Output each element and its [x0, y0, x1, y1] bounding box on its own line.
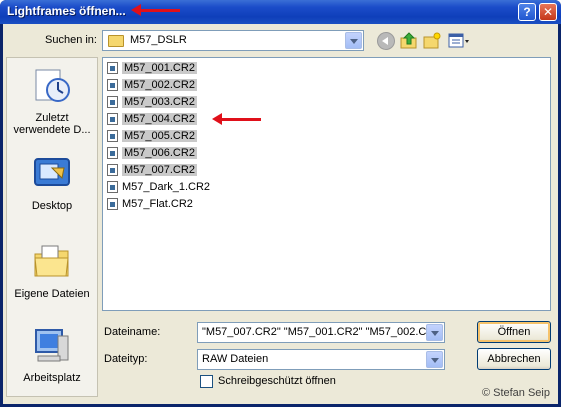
back-icon[interactable]	[377, 32, 395, 50]
file-name: M57_003.CR2	[122, 96, 197, 108]
desktop-icon	[32, 154, 72, 194]
close-button[interactable]: ✕	[539, 3, 557, 21]
list-item[interactable]: M57_003.CR2	[106, 94, 197, 110]
recent-documents-icon	[32, 66, 72, 106]
file-icon	[107, 62, 118, 74]
file-name: M57_Flat.CR2	[122, 198, 193, 210]
file-name: M57_006.CR2	[122, 147, 197, 159]
open-button[interactable]: Öffnen	[477, 321, 551, 343]
filename-label: Dateiname:	[104, 326, 161, 338]
file-icon	[107, 147, 118, 159]
list-item[interactable]: M57_001.CR2	[106, 60, 197, 76]
place-computer-label: Arbeitsplatz	[23, 372, 81, 384]
list-item[interactable]: M57_Dark_1.CR2	[106, 179, 210, 195]
annotation-arrow-title	[131, 4, 180, 16]
list-item[interactable]: M57_006.CR2	[106, 145, 197, 161]
chevron-down-icon[interactable]	[426, 351, 443, 368]
copyright-text: © Stefan Seip	[481, 387, 550, 399]
file-name: M57_005.CR2	[122, 130, 197, 142]
list-item[interactable]: M57_002.CR2	[106, 77, 197, 93]
place-documents-label: Eigene Dateien	[14, 288, 90, 300]
lookin-combo[interactable]: M57_DSLR	[102, 30, 364, 51]
readonly-label: Schreibgeschützt öffnen	[218, 375, 336, 387]
cancel-button[interactable]: Abbrechen	[477, 348, 551, 370]
window-title: Lightframes öffnen...	[7, 4, 126, 18]
list-item[interactable]: M57_007.CR2	[106, 162, 197, 178]
file-icon	[107, 130, 118, 142]
places-bar: Zuletzt verwendete D... Desktop Eigene D…	[6, 57, 98, 397]
file-icon	[107, 79, 118, 91]
my-documents-icon	[32, 242, 72, 282]
file-name: M57_001.CR2	[122, 62, 197, 74]
dialog-window: Lightframes öffnen... ? ✕ Suchen in: M57…	[0, 0, 561, 407]
filetype-label: Dateityp:	[104, 353, 148, 365]
lookin-label: Suchen in:	[45, 34, 97, 46]
file-icon	[107, 198, 118, 210]
help-button[interactable]: ?	[518, 3, 536, 21]
filetype-value: RAW Dateien	[202, 353, 269, 365]
place-recent[interactable]: Zuletzt verwendete D...	[7, 66, 97, 136]
file-name: M57_004.CR2	[122, 113, 197, 125]
place-desktop[interactable]: Desktop	[7, 154, 97, 212]
place-recent-label-2: verwendete D...	[13, 124, 91, 136]
view-menu-icon[interactable]	[448, 32, 470, 50]
list-item[interactable]: M57_004.CR2	[106, 111, 197, 127]
filename-value: "M57_007.CR2" "M57_001.CR2" "M57_002.CR2…	[202, 326, 427, 338]
chevron-down-icon[interactable]	[345, 32, 362, 49]
readonly-checkbox[interactable]	[200, 375, 213, 388]
file-icon	[107, 96, 118, 108]
file-icon	[107, 181, 118, 193]
title-bar[interactable]: Lightframes öffnen... ? ✕	[0, 0, 561, 24]
file-name: M57_Dark_1.CR2	[122, 181, 211, 193]
file-icon	[107, 113, 118, 125]
place-desktop-label: Desktop	[31, 200, 73, 212]
place-recent-label-1: Zuletzt	[35, 112, 69, 124]
file-list[interactable]: M57_001.CR2 M57_002.CR2 M57_003.CR2 M57_…	[102, 57, 551, 311]
folder-icon	[108, 35, 124, 47]
filetype-select[interactable]: RAW Dateien	[197, 349, 445, 370]
dialog-body: Suchen in: M57_DSLR Zuletzt verwendete D…	[3, 24, 558, 404]
my-computer-icon	[32, 326, 72, 366]
filename-field[interactable]: "M57_007.CR2" "M57_001.CR2" "M57_002.CR2…	[197, 322, 445, 343]
chevron-down-icon[interactable]	[426, 324, 443, 341]
place-computer[interactable]: Arbeitsplatz	[7, 326, 97, 384]
file-name: M57_002.CR2	[122, 79, 197, 91]
place-documents[interactable]: Eigene Dateien	[7, 242, 97, 300]
new-folder-icon[interactable]	[423, 32, 441, 50]
lookin-value: M57_DSLR	[130, 34, 187, 46]
list-item[interactable]: M57_Flat.CR2	[106, 196, 193, 212]
annotation-arrow-files	[212, 113, 261, 125]
up-folder-icon[interactable]	[400, 32, 418, 50]
file-name: M57_007.CR2	[122, 164, 197, 176]
file-icon	[107, 164, 118, 176]
list-item[interactable]: M57_005.CR2	[106, 128, 197, 144]
